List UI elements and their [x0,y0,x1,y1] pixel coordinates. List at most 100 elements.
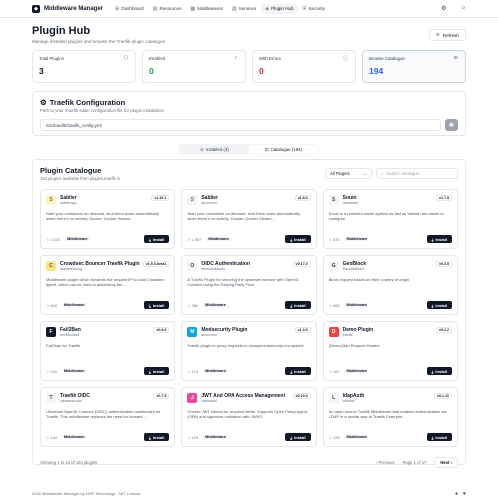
nav-plugin-hub[interactable]: ◈ Plugin Hub [261,3,298,14]
install-button[interactable]: ⤓ Install [426,301,452,309]
plugin-card: M Modsecurity Plugin acouvreur v1.3.0 Traefi… [181,321,317,381]
github-icon[interactable]: ● [455,491,458,497]
heart-icon[interactable]: ♥ [463,491,466,497]
install-button[interactable]: ⤓ Install [285,301,311,309]
card-footer: ☆ 306 Middleware ⤓ Install [329,301,452,309]
plugin-filter-select[interactable]: All Plugins ⌄ [325,168,372,179]
stat-icon: ⊕ [453,55,458,61]
plugin-logo-icon: M [187,327,198,337]
card-footer: ☆ 640 Middleware ⤓ Install [46,301,170,309]
card-header: S Souin darkweak [328,195,452,205]
card-footer: ☆ 234 Middleware ⤓ Install [46,367,170,375]
install-button[interactable]: ⤓ Install [285,235,311,243]
star-value: 2,023 [50,237,60,242]
install-button[interactable]: ⤓ Install [143,367,170,375]
tab-installed-label: Installed (3) [205,147,229,152]
stat-card-browse-catalogue[interactable]: Browse Catalogue 194 ⊕ [362,50,466,83]
refresh-button[interactable]: ↻ Refresh [429,29,466,41]
plugin-logo-icon: F [46,327,56,337]
install-button[interactable]: ⤓ Install [285,433,311,441]
catalogue-search-input[interactable]: ⌕ Search catalogue... [376,168,458,179]
version-badge: v1.8.0 [294,195,311,201]
install-button[interactable]: ⤓ Install [285,367,311,375]
nav-resources[interactable]: ▤ Resources [149,4,186,14]
stat-label: Enabled [149,56,166,61]
security-icon: ⛨ [302,5,307,12]
version-badge: v1.7.8 [435,195,452,201]
plugin-description: Start your containers on demand, shut th… [187,211,301,222]
version-badge: v1.3.0 [294,327,311,333]
star-count: ☆ 234 [46,369,57,374]
plugin-description: Checks JWT tokens for required fields. S… [187,409,308,420]
settings-icon[interactable]: ⚙ [441,5,446,12]
services-icon: ▥ [231,5,237,12]
stat-label: Browse Catalogue [369,56,405,61]
tab-installed[interactable]: ⊙ Installed (3) [180,145,249,154]
stat-value: 3 [39,66,44,76]
plugin-description: A Traefik Plugin for securing the upstre… [187,277,299,288]
stat-label: With Errors [259,56,281,61]
plugin-logo-icon: T [46,393,56,403]
plugin-info: GeoBlock PascalMinder [343,261,366,271]
nav-services[interactable]: ▥ Services [228,4,260,14]
card-header: D Demo Plugin traefik [328,327,452,337]
filter-value: All Plugins [330,171,350,176]
plugin-card: G GeoBlock PascalMinder v0.3.5 Block request… [322,255,458,315]
install-label: Install [435,368,447,374]
install-button[interactable]: ⤓ Install [426,367,452,375]
chevron-down-icon: ⌄ [363,171,367,176]
download-icon: ⤓ [290,236,293,242]
nav-security[interactable]: ⛨ Security [299,4,329,14]
install-label: Install [435,236,447,242]
security-label: Security [308,6,326,11]
install-label: Install [294,368,306,374]
save-config-button[interactable]: ▣ [445,119,458,131]
config-path-input[interactable]: /etc/traefik/traefik_config.yml [40,119,441,131]
install-button[interactable]: ⤓ Install [143,235,170,243]
check-circle-icon: ⊙ [200,146,204,152]
plugin-description: [Demo] Add Request Header [328,343,380,348]
plugin-card: J JWT And OPA Access Management xabinapal v… [181,387,317,447]
star-count: ☆ 144 [46,435,57,440]
plugin-author: sablierapp [60,201,77,205]
install-button[interactable]: ⤓ Install [426,433,452,441]
page-indicator: Page 1 of 17 [402,460,427,465]
previous-button[interactable]: ‹ Previous [376,460,395,465]
save-icon: ▣ [449,122,454,128]
plugin-type-badge: Middleware [203,435,228,439]
plugin-card: S Souin darkweak v1.7.8 Souin is a powerful … [322,189,458,249]
top-nav: ◆ Middleware Manager ⊞ Dashboard ▤ Resource… [0,0,498,18]
download-icon: ⤓ [290,302,293,308]
install-button[interactable]: ⤓ Install [426,235,452,243]
plugin-logo-icon: S [46,195,56,205]
catalogue-title: Plugin Catalogue [40,166,102,175]
download-icon: ⤓ [290,434,293,440]
plugin-logo-icon: D [328,327,339,337]
plugin-author: maxlerebourg [60,267,82,271]
dashboard-icon: ⊞ [115,5,120,12]
install-label: Install [294,434,306,440]
tab-catalogue[interactable]: ⊡ Catalogue (194) [249,145,318,154]
plugin-type-badge: Middleware [344,435,370,439]
install-button[interactable]: ⤓ Install [143,301,170,309]
nav-dashboard[interactable]: ⊞ Dashboard [111,4,148,14]
middlewares-icon: ▦ [190,5,196,12]
card-footer: ☆ 1,957 Middleware ⤓ Install [187,235,311,243]
refresh-label: Refresh [442,32,459,38]
plugin-logo-icon: J [187,393,198,403]
plugin-info: Sablier acouvreur [201,195,218,205]
nav-middlewares[interactable]: ▦ Middlewares [186,4,227,14]
install-label: Install [294,236,306,242]
next-button[interactable]: Next › [434,457,458,468]
theme-toggle-icon[interactable]: ☼ [461,5,467,12]
brand[interactable]: ◆ Middleware Manager [32,4,103,13]
plugin-author: wiltonsr [342,399,355,403]
card-footer: ☆ 167 Middleware ⤓ Install [329,367,452,375]
install-button[interactable]: ⤓ Install [143,433,170,441]
resources-label: Resources [159,6,182,11]
resources-icon: ▤ [152,5,158,12]
stat-value: 0 [149,66,154,76]
star-count: ☆ 380 [187,303,198,308]
plugin-card: F Fail2Ban tomMoulard v0.8.9 Fail2ban for Tr… [40,321,176,381]
version-badge: v0.8.9 [153,327,170,333]
